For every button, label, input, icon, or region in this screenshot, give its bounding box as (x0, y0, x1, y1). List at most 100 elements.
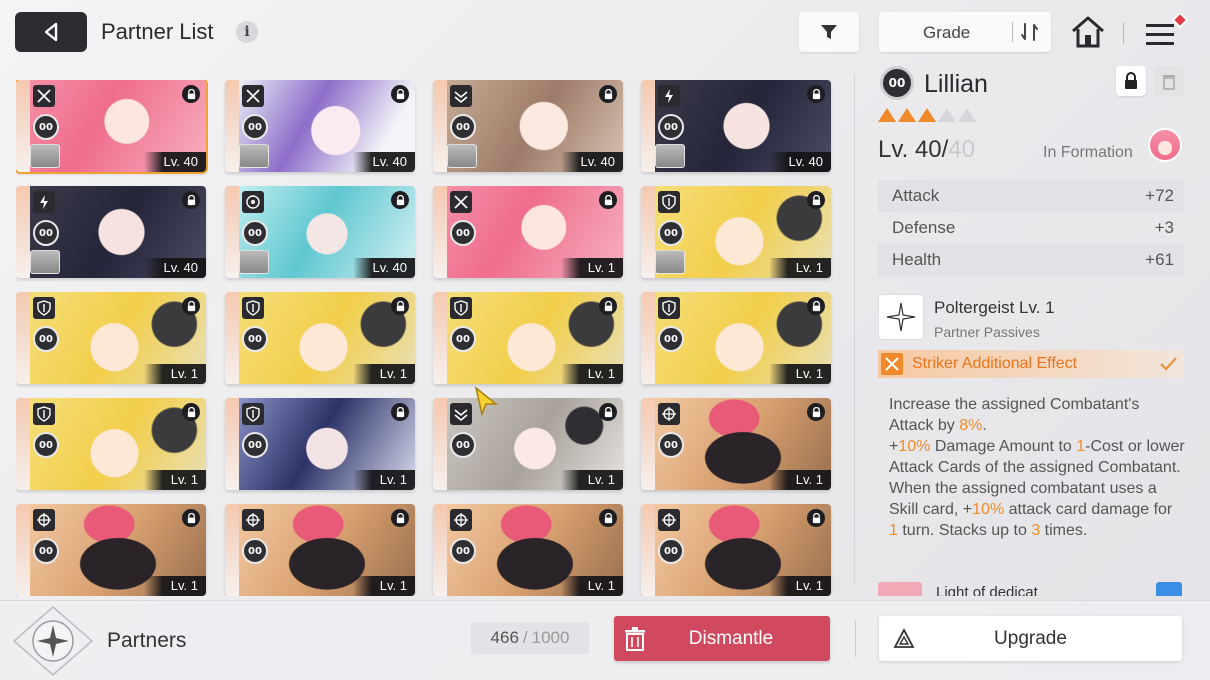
partner-ring-badge: 00 (658, 220, 684, 246)
card-level: Lv. 40 (353, 258, 415, 278)
sort-order-icon[interactable] (1019, 21, 1041, 43)
partner-card[interactable]: 00 Lv. 1 (433, 186, 623, 278)
lock-icon[interactable] (599, 403, 617, 421)
lock-icon[interactable] (807, 403, 825, 421)
partner-card[interactable]: 00 Lv. 1 (433, 292, 623, 384)
partner-ring-badge: 00 (33, 538, 59, 564)
menu-icon[interactable] (1144, 14, 1190, 52)
card-rarity-stripe (225, 504, 239, 596)
desc-text: times. (1040, 522, 1088, 539)
card-rarity-stripe (433, 398, 447, 490)
grade-star-empty-icon (938, 108, 956, 122)
lock-icon (1125, 72, 1137, 89)
back-button[interactable] (15, 12, 87, 52)
card-rarity-stripe (16, 80, 30, 172)
lock-icon[interactable] (807, 297, 825, 315)
card-level: Lv. 40 (144, 258, 206, 278)
passive-name: Poltergeist Lv. 1 (934, 298, 1055, 317)
striker-effect-bar[interactable]: Striker Additional Effect (878, 350, 1184, 378)
class-shield-icon (242, 403, 264, 425)
class-crosshair-icon (242, 509, 264, 531)
dismantle-button[interactable]: Dismantle (614, 616, 830, 661)
partner-ring-badge: 00 (658, 432, 684, 458)
lock-icon[interactable] (182, 85, 200, 103)
lock-icon[interactable] (391, 191, 409, 209)
divider (854, 74, 855, 586)
partner-card[interactable]: 00 Lv. 40 (16, 186, 206, 278)
partner-ring-badge: 00 (33, 432, 59, 458)
class-shield-icon (658, 191, 680, 213)
lock-icon[interactable] (599, 509, 617, 527)
lock-icon[interactable] (182, 509, 200, 527)
partner-name: Lillian (924, 70, 988, 98)
partner-ring-badge: 00 (242, 326, 268, 352)
passive-icon[interactable] (878, 294, 924, 340)
partner-card[interactable]: 00 Lv. 1 (433, 504, 623, 596)
partner-card[interactable]: 00 Lv. 40 (641, 80, 831, 172)
card-level: Lv. 1 (769, 364, 831, 384)
info-icon[interactable]: i (236, 21, 258, 43)
trash-icon (1163, 75, 1175, 90)
trash-button[interactable] (1154, 66, 1184, 96)
partner-ring-badge: 00 (242, 114, 268, 140)
card-level: Lv. 40 (561, 152, 623, 172)
effect-card-icon (878, 582, 922, 596)
partner-card[interactable]: 00 Lv. 40 (225, 186, 415, 278)
home-icon[interactable] (1069, 14, 1107, 50)
partner-card[interactable]: 00 Lv. 1 (16, 504, 206, 596)
lock-icon[interactable] (391, 403, 409, 421)
partner-card[interactable]: 00 Lv. 1 (225, 398, 415, 490)
count-max: 1000 (531, 628, 570, 647)
filter-button[interactable] (799, 12, 859, 52)
count-slash: / (522, 628, 528, 647)
lock-button[interactable] (1116, 66, 1146, 96)
lock-icon[interactable] (599, 191, 617, 209)
card-level: Lv. 1 (353, 576, 415, 596)
lock-icon[interactable] (182, 297, 200, 315)
next-effect-peek[interactable]: Light of dedicat (878, 582, 1184, 596)
lock-icon[interactable] (807, 509, 825, 527)
sort-grade-button[interactable]: Grade (879, 12, 1051, 52)
partner-card[interactable]: 00 Lv. 1 (16, 292, 206, 384)
upgrade-label: Upgrade (994, 628, 1067, 649)
card-level: Lv. 40 (144, 152, 206, 172)
partner-card[interactable]: 00 Lv. 1 (641, 504, 831, 596)
lock-icon[interactable] (599, 85, 617, 103)
desc-text: turn. Stacks up to (897, 522, 1032, 539)
lock-icon[interactable] (599, 297, 617, 315)
partner-card[interactable]: 00 Lv. 40 (433, 80, 623, 172)
card-rarity-stripe (433, 80, 447, 172)
upgrade-button[interactable]: Upgrade (879, 616, 1182, 661)
lock-icon[interactable] (182, 403, 200, 421)
partner-card[interactable]: 00 Lv. 1 (641, 292, 831, 384)
partner-level: Lv. 40/40 (878, 136, 975, 164)
partner-card[interactable]: 00 Lv. 1 (641, 186, 831, 278)
card-rarity-stripe (641, 292, 655, 384)
partner-card[interactable]: 00 Lv. 40 (16, 80, 208, 174)
card-rarity-stripe (16, 504, 30, 596)
partner-card[interactable]: 00 Lv. 40 (225, 80, 415, 172)
partner-card[interactable]: 00 Lv. 1 (225, 504, 415, 596)
lock-icon[interactable] (391, 509, 409, 527)
partner-card[interactable]: 00 Lv. 1 (433, 398, 623, 490)
sub-avatar (655, 144, 685, 168)
lock-icon[interactable] (182, 191, 200, 209)
lock-icon[interactable] (391, 297, 409, 315)
partner-card[interactable]: 00 Lv. 1 (16, 398, 206, 490)
desc-text: attack card damage for (1004, 501, 1173, 518)
partner-card[interactable]: 00 Lv. 1 (225, 292, 415, 384)
striker-icon (881, 353, 903, 375)
sub-avatar (655, 250, 685, 274)
class-shield-icon (33, 297, 55, 319)
card-level: Lv. 1 (561, 576, 623, 596)
lock-icon[interactable] (807, 85, 825, 103)
lock-icon[interactable] (391, 85, 409, 103)
desc-highlight: 8% (959, 417, 983, 434)
desc-text: + (889, 438, 899, 455)
partner-card[interactable]: 00 Lv. 1 (641, 398, 831, 490)
card-level: Lv. 1 (144, 470, 206, 490)
level-max: 40 (948, 136, 975, 163)
lock-icon[interactable] (807, 191, 825, 209)
card-level: Lv. 1 (561, 470, 623, 490)
formation-avatar[interactable] (1148, 128, 1182, 162)
